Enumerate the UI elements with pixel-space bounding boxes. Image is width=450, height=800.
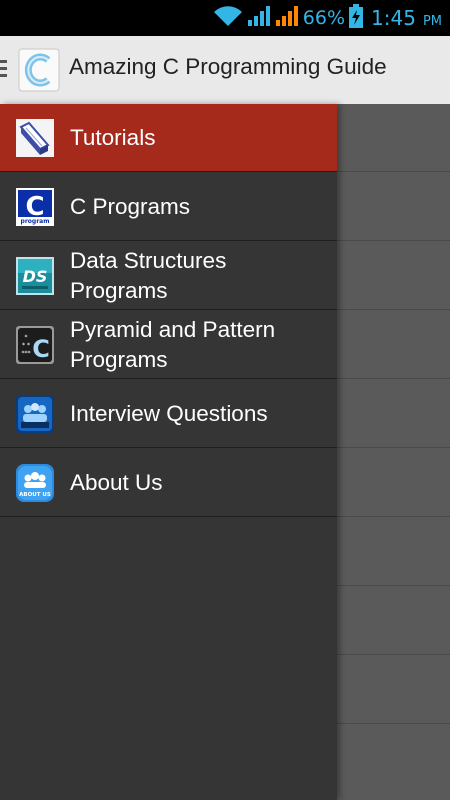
drawer-item-about-us[interactable]: ABOUT US About Us — [0, 449, 337, 517]
drawer-item-label: Tutorials — [70, 124, 156, 150]
tutorial-book-icon — [16, 119, 54, 157]
wifi-icon — [213, 5, 243, 31]
clock-time: 1:45 — [371, 6, 416, 30]
svg-text:C: C — [32, 335, 50, 363]
drawer-item-c-programs[interactable]: C program C Programs — [0, 173, 337, 241]
drawer-item-pyramid-pattern[interactable]: C * * * *** Pyramid and Pattern Programs — [0, 311, 337, 379]
drawer-item-label: Data Structures Programs — [70, 247, 227, 303]
signal-icon — [247, 5, 271, 31]
drawer-item-label: Pyramid and Pattern Programs — [70, 316, 276, 372]
svg-text:*: * — [25, 334, 28, 341]
drawer-item-label: Interview Questions — [70, 400, 268, 426]
svg-text:program: program — [21, 218, 50, 225]
c-program-icon: C program — [16, 188, 54, 226]
action-bar: Amazing C Programming Guide — [0, 36, 450, 105]
c-logo-icon[interactable] — [18, 48, 60, 92]
drawer-item-interview-questions[interactable]: Interview Questions — [0, 380, 337, 448]
svg-text:* *: * * — [22, 342, 30, 349]
interview-icon — [16, 395, 54, 433]
battery-charging-icon — [349, 4, 364, 32]
content-area — [337, 104, 450, 800]
ds-icon: DS — [16, 257, 54, 295]
pyramid-pattern-icon: C * * * *** — [16, 326, 54, 364]
battery-percent: 66% — [302, 7, 346, 29]
clock-ampm: PM — [422, 13, 442, 29]
drawer-item-data-structures[interactable]: DS Data Structures Programs — [0, 242, 337, 310]
drawer-item-label: About Us — [70, 469, 163, 495]
status-bar: 66% 1:45 PM — [0, 0, 450, 36]
svg-text:DS: DS — [23, 267, 48, 286]
navigation-drawer: Tutorials C program C Programs DS Data S… — [0, 104, 337, 800]
about-us-icon: ABOUT US — [16, 464, 54, 502]
drawer-item-label: C Programs — [70, 193, 191, 219]
svg-text:***: *** — [22, 350, 31, 357]
svg-text:ABOUT US: ABOUT US — [19, 492, 51, 498]
app-title: Amazing C Programming Guide — [69, 54, 387, 79]
drawer-item-tutorials[interactable]: Tutorials — [0, 104, 337, 172]
signal-icon-2 — [275, 5, 299, 31]
drawer-toggle-icon[interactable] — [0, 60, 8, 82]
